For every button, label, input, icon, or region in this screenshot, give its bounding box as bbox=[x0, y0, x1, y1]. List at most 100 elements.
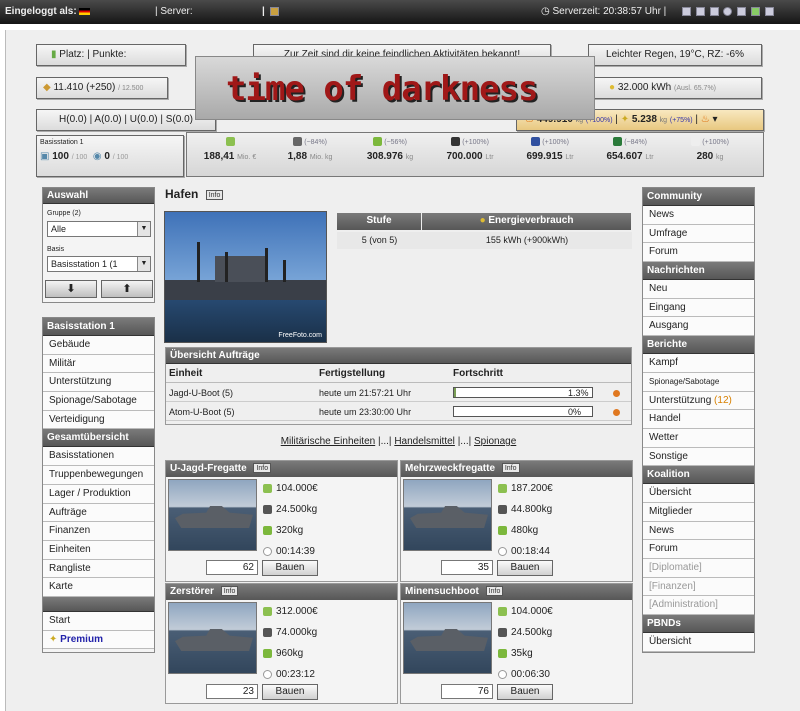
coalition-ubersicht[interactable]: Übersicht bbox=[643, 484, 754, 503]
notes-icon[interactable] bbox=[682, 6, 691, 16]
reports-wetter[interactable]: Wetter bbox=[643, 428, 754, 448]
page-title: Hafen Info bbox=[165, 187, 224, 201]
reports-spionage-sabotage[interactable]: Spionage/Sabotage bbox=[643, 372, 754, 392]
info-button[interactable]: Info bbox=[220, 586, 239, 597]
group-label: Gruppe (2) bbox=[47, 210, 81, 217]
info-button[interactable]: Info bbox=[253, 463, 272, 474]
resource-unit: Ltr bbox=[565, 154, 574, 162]
menu-premium[interactable]: ✦ Premium bbox=[43, 630, 154, 650]
cost-money: 104.000€ bbox=[263, 481, 318, 496]
group-select[interactable]: Alle ▼ bbox=[47, 221, 151, 237]
game-logo[interactable]: time of darkness bbox=[195, 56, 595, 120]
cancel-icon[interactable] bbox=[613, 409, 620, 416]
build-time: 00:23:12 bbox=[263, 667, 315, 682]
info-button[interactable]: Info bbox=[485, 586, 504, 597]
messages-neu[interactable]: Neu bbox=[643, 280, 754, 299]
chat-icon[interactable] bbox=[737, 6, 747, 16]
menu-gebaude[interactable]: Gebäude bbox=[43, 336, 154, 355]
menu-rangliste[interactable]: Rangliste bbox=[43, 559, 154, 579]
menu-spionage-sabotage[interactable]: Spionage/Sabotage bbox=[43, 392, 154, 411]
res2-pct: (+75%) bbox=[669, 117, 693, 124]
energy-value: 155 kWh (+900kWh) bbox=[422, 232, 632, 249]
quantity-input[interactable]: 62 bbox=[206, 560, 258, 575]
unit-header: Mehrzweckfregatte Info bbox=[401, 461, 632, 477]
clock-icon: ◷ bbox=[541, 6, 550, 17]
base-select[interactable]: Basisstation 1 (1 ▼ bbox=[47, 256, 151, 272]
dropdown-icon[interactable]: ▾ bbox=[713, 114, 718, 125]
stats-icon[interactable] bbox=[709, 6, 719, 16]
community-forum[interactable]: Forum bbox=[643, 243, 754, 263]
star-icon: ✦ bbox=[49, 633, 58, 645]
level-table: Stufe ● Energieverbrauch 5 (von 5) 155 k… bbox=[337, 213, 632, 249]
coalition-forum[interactable]: Forum bbox=[643, 540, 754, 559]
cost-material: 480kg bbox=[498, 523, 538, 538]
weather-box: Leichter Regen, 19°C, RZ: -6% bbox=[588, 44, 762, 66]
quantity-input[interactable]: 35 bbox=[441, 560, 493, 575]
menu-finanzen[interactable]: Finanzen bbox=[43, 522, 154, 541]
quantity-input[interactable]: 76 bbox=[441, 684, 493, 699]
messages-eingang[interactable]: Eingang bbox=[643, 298, 754, 318]
menu-lager-produktion[interactable]: Lager / Produktion bbox=[43, 484, 154, 504]
messages-ausgang[interactable]: Ausgang bbox=[643, 317, 754, 337]
building-icon: ▣ bbox=[40, 151, 50, 162]
server-icon[interactable] bbox=[269, 6, 279, 16]
quantity-input[interactable]: 23 bbox=[206, 684, 258, 699]
help-icon[interactable] bbox=[723, 6, 733, 16]
coalition-news[interactable]: News bbox=[643, 521, 754, 541]
build-button[interactable]: Bauen bbox=[262, 684, 318, 700]
reports-unterstutzung[interactable]: Unterstützung (12) bbox=[643, 391, 754, 411]
pbnd-ubersicht[interactable]: Übersicht bbox=[643, 633, 754, 652]
energy-box: ● 32.000 kWh (Ausl. 65.7%) bbox=[588, 77, 762, 99]
build-button[interactable]: Bauen bbox=[497, 684, 553, 700]
community-news[interactable]: News bbox=[643, 206, 754, 225]
unit-name: Mehrzweckfregatte bbox=[405, 463, 496, 474]
pbnd-header: PBNDs bbox=[643, 615, 754, 634]
reports-handel[interactable]: Handel bbox=[643, 410, 754, 429]
menu-unterstutzung[interactable]: Unterstützung bbox=[43, 373, 154, 393]
unread-count: (12) bbox=[714, 394, 732, 406]
menu-karte[interactable]: Karte bbox=[43, 578, 154, 597]
build-time: 00:18:44 bbox=[498, 544, 550, 559]
eye-icon: ◉ bbox=[92, 151, 102, 162]
level-value: 5 (von 5) bbox=[337, 232, 422, 249]
wrench-icon[interactable] bbox=[764, 6, 774, 16]
menu-einheiten[interactable]: Einheiten bbox=[43, 540, 154, 560]
cost-steel: 44.800kg bbox=[498, 502, 552, 517]
menu-auftrage[interactable]: Aufträge bbox=[43, 503, 154, 523]
tree-icon[interactable] bbox=[750, 6, 760, 16]
build-button[interactable]: Bauen bbox=[497, 560, 553, 576]
mail-icon[interactable] bbox=[695, 6, 705, 16]
resource-icon bbox=[613, 137, 622, 147]
menu-verteidigung[interactable]: Verteidigung bbox=[43, 410, 154, 430]
base-name: Basisstation 1 bbox=[40, 139, 84, 146]
menu-start[interactable]: Start bbox=[43, 611, 154, 631]
info-button[interactable]: Info bbox=[205, 189, 224, 200]
cost-steel: 24.500kg bbox=[498, 625, 552, 640]
cancel-icon[interactable] bbox=[613, 390, 620, 397]
build-button[interactable]: Bauen bbox=[262, 560, 318, 576]
money-max: / 12.500 bbox=[118, 85, 144, 92]
toolbar-icons bbox=[680, 6, 774, 17]
rank-box: ▮ Platz: | Punkte: bbox=[36, 44, 186, 66]
resource-value: 188,41 bbox=[203, 151, 235, 163]
next-base-button[interactable]: ⬇ bbox=[45, 280, 97, 298]
menu-truppenbewegungen[interactable]: Truppenbewegungen bbox=[43, 466, 154, 485]
reports-kampf[interactable]: Kampf bbox=[643, 354, 754, 373]
coalition-mitglieder[interactable]: Mitglieder bbox=[643, 502, 754, 522]
prev-base-button[interactable]: ⬆ bbox=[101, 280, 153, 298]
trade-link[interactable]: Handelsmittel bbox=[394, 436, 455, 447]
menu-basisstationen[interactable]: Basisstationen bbox=[43, 447, 154, 467]
cost-steel: 24.500kg bbox=[263, 502, 317, 517]
espionage-link[interactable]: Spionage bbox=[474, 436, 516, 447]
military-link[interactable]: Militärische Einheiten bbox=[281, 436, 376, 447]
reports-sonstige[interactable]: Sonstige bbox=[643, 447, 754, 467]
resource-value: 699.915 bbox=[526, 151, 563, 163]
resource-icon bbox=[451, 137, 461, 147]
steel-icon bbox=[263, 627, 272, 637]
info-button[interactable]: Info bbox=[501, 463, 520, 474]
money-value: 11.410 (+250) bbox=[53, 82, 116, 93]
menu-militar[interactable]: Militär bbox=[43, 354, 154, 374]
community-header: Community bbox=[643, 188, 754, 206]
resource-5: (+100%) 699.915 Ltr bbox=[515, 137, 585, 162]
community-umfrage[interactable]: Umfrage bbox=[643, 224, 754, 244]
